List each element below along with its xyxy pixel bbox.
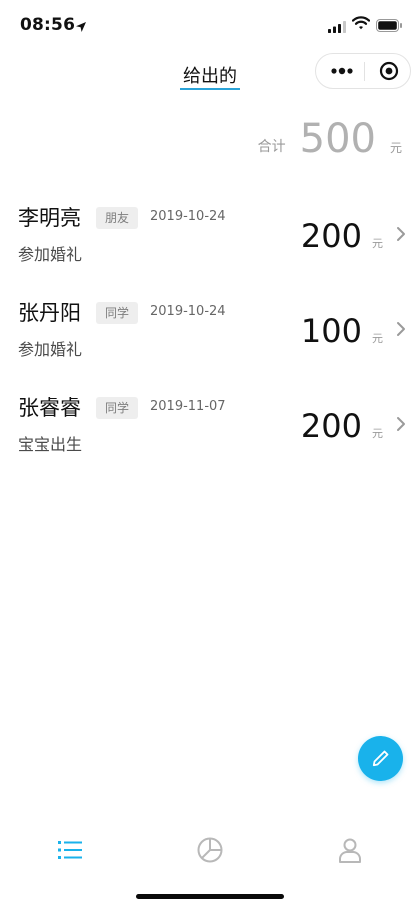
event-name: 参加婚礼 — [18, 245, 83, 264]
location-arrow-icon — [75, 18, 87, 37]
tab-profile[interactable] — [330, 830, 370, 870]
total-label: 合计 — [257, 139, 286, 155]
home-indicator — [136, 894, 284, 899]
status-bar: 08:56 — [0, 0, 420, 50]
wifi-icon — [351, 15, 371, 34]
event-name: 宝宝出生 — [18, 435, 83, 454]
title-underline — [180, 88, 240, 90]
gift-amount: 100 — [300, 312, 362, 350]
amount-unit: 元 — [372, 332, 383, 345]
more-menu-button[interactable] — [331, 62, 353, 84]
tab-bar — [0, 830, 420, 874]
pencil-icon — [372, 750, 389, 767]
tab-statistics[interactable] — [190, 830, 230, 870]
chevron-right-icon — [396, 226, 406, 246]
capsule-divider — [364, 62, 365, 81]
battery-icon — [376, 17, 403, 36]
record-date: 2019-10-24 — [150, 304, 226, 319]
relation-tag: 朋友 — [96, 207, 139, 229]
record-date: 2019-11-07 — [150, 399, 226, 414]
gift-amount: 200 — [300, 407, 362, 445]
total-value: 500 — [299, 116, 376, 162]
amount-unit: 元 — [372, 237, 383, 250]
relation-tag: 同学 — [96, 397, 139, 419]
miniprogram-capsule — [315, 53, 411, 89]
add-record-button[interactable] — [358, 736, 403, 781]
relation-tag: 同学 — [96, 302, 139, 324]
user-icon — [339, 838, 361, 863]
pie-chart-icon — [197, 837, 223, 863]
total-summary: 合计 500 元 — [258, 112, 402, 162]
list-item[interactable]: 张睿睿 同学 2019-11-07 宝宝出生 200 元 — [0, 380, 420, 475]
cellular-signal-icon — [328, 18, 346, 37]
records-list: 李明亮 朋友 2019-10-24 参加婚礼 200 元 张丹阳 同学 2019… — [0, 190, 420, 475]
list-icon — [58, 841, 82, 859]
person-name: 张睿睿 — [18, 396, 81, 420]
chevron-right-icon — [396, 416, 406, 436]
total-unit: 元 — [389, 141, 402, 155]
close-miniprogram-button[interactable] — [379, 61, 399, 85]
person-name: 张丹阳 — [18, 301, 81, 325]
amount-unit: 元 — [372, 427, 383, 440]
list-item[interactable]: 张丹阳 同学 2019-10-24 参加婚礼 100 元 — [0, 285, 420, 380]
record-date: 2019-10-24 — [150, 209, 226, 224]
status-time: 08:56 — [20, 15, 76, 35]
list-item[interactable]: 李明亮 朋友 2019-10-24 参加婚礼 200 元 — [0, 190, 420, 285]
gift-amount: 200 — [300, 217, 362, 255]
event-name: 参加婚礼 — [18, 340, 83, 359]
chevron-right-icon — [396, 321, 406, 341]
tab-list[interactable] — [50, 830, 90, 870]
person-name: 李明亮 — [18, 206, 81, 230]
